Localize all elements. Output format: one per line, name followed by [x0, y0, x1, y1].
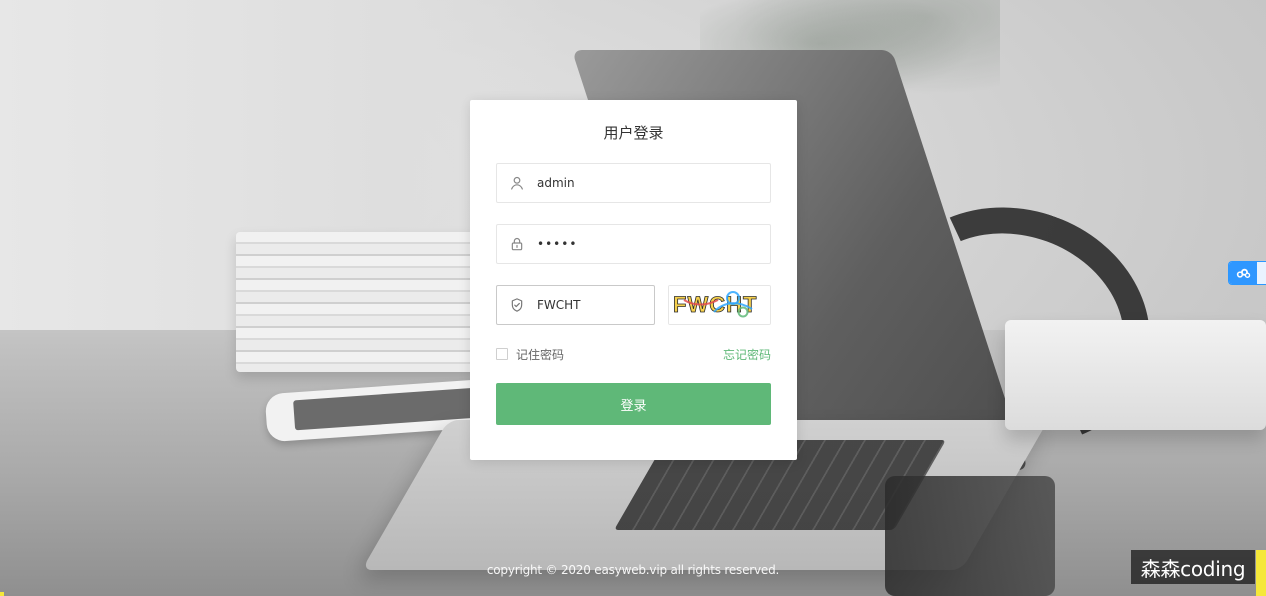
side-widget[interactable]	[1228, 261, 1266, 285]
remember-password[interactable]: 记住密码	[496, 346, 564, 362]
login-card: 用户登录 FW	[470, 100, 797, 460]
remember-label: 记住密码	[516, 347, 565, 362]
username-input[interactable]	[537, 164, 770, 202]
corner-marker-left	[0, 592, 4, 596]
watermark: 森森coding	[1131, 550, 1255, 584]
password-field[interactable]	[496, 224, 771, 264]
shield-check-icon	[497, 286, 537, 324]
cloud-icon	[1229, 262, 1257, 284]
username-field[interactable]	[496, 163, 771, 203]
footer-copyright: copyright © 2020 easyweb.vip all rights …	[486, 563, 780, 577]
login-title: 用户登录	[603, 124, 664, 142]
captcha-field[interactable]	[496, 285, 655, 325]
lock-icon	[497, 225, 537, 263]
captcha-input[interactable]	[537, 286, 654, 324]
login-button[interactable]: 登录	[496, 383, 771, 425]
background-books	[236, 232, 486, 372]
remember-checkbox[interactable]	[496, 348, 508, 360]
forgot-password-link[interactable]: 忘记密码	[723, 346, 771, 362]
user-icon	[497, 164, 537, 202]
captcha-image[interactable]: FWCHT	[668, 285, 771, 325]
password-input[interactable]	[537, 225, 770, 263]
background-cup	[885, 476, 1055, 596]
background-right-book	[1005, 320, 1266, 430]
